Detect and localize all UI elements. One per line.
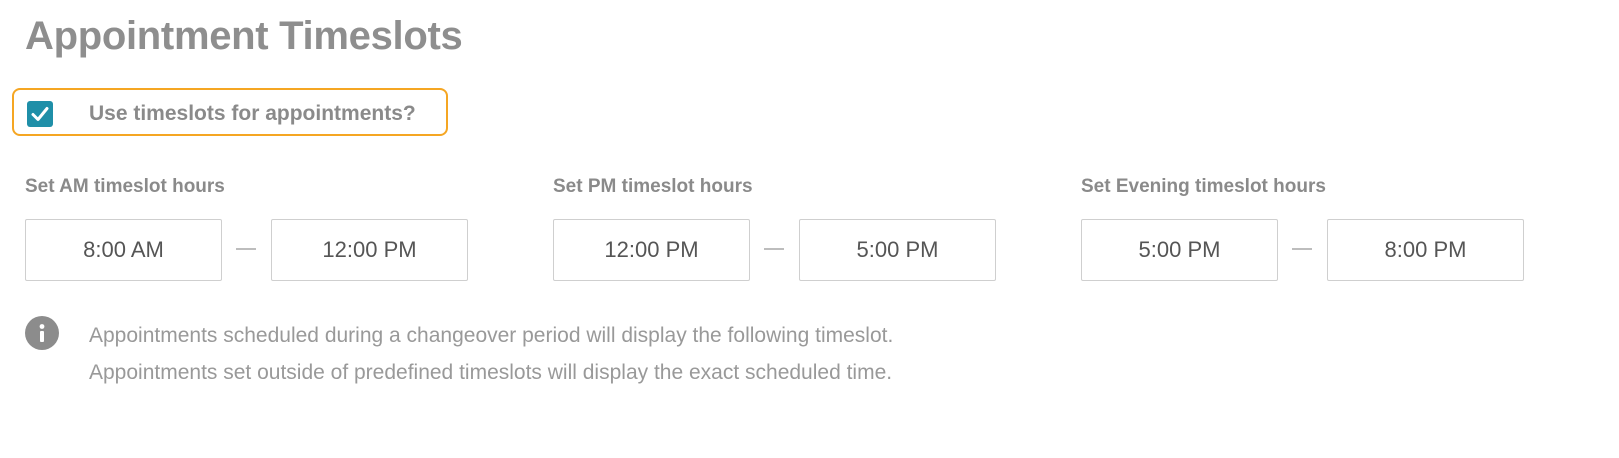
pm-timeslot-label: Set PM timeslot hours bbox=[553, 176, 753, 197]
am-end-time-input[interactable]: 12:00 PM bbox=[271, 219, 468, 281]
evening-timeslot-label: Set Evening timeslot hours bbox=[1081, 176, 1326, 197]
use-timeslots-row[interactable]: Use timeslots for appointments? bbox=[12, 88, 448, 136]
info-text: Appointments scheduled during a changeov… bbox=[89, 317, 893, 391]
am-timeslot-group: Set AM timeslot hours 8:00 AM 12:00 PM bbox=[25, 176, 468, 281]
range-dash bbox=[1292, 248, 1312, 250]
info-icon bbox=[25, 316, 59, 350]
use-timeslots-label: Use timeslots for appointments? bbox=[89, 102, 416, 125]
range-dash bbox=[764, 248, 784, 250]
range-dash bbox=[236, 248, 256, 250]
evening-timeslot-range: 5:00 PM 8:00 PM bbox=[1081, 219, 1524, 281]
use-timeslots-checkbox[interactable] bbox=[27, 101, 53, 127]
am-timeslot-label: Set AM timeslot hours bbox=[25, 176, 225, 197]
page-title: Appointment Timeslots bbox=[25, 14, 463, 58]
pm-timeslot-range: 12:00 PM 5:00 PM bbox=[553, 219, 996, 281]
evening-end-time-input[interactable]: 8:00 PM bbox=[1327, 219, 1524, 281]
evening-start-time-input[interactable]: 5:00 PM bbox=[1081, 219, 1278, 281]
info-line-1: Appointments scheduled during a changeov… bbox=[89, 324, 894, 347]
evening-timeslot-group: Set Evening timeslot hours 5:00 PM 8:00 … bbox=[1081, 176, 1524, 281]
pm-timeslot-group: Set PM timeslot hours 12:00 PM 5:00 PM bbox=[553, 176, 996, 281]
pm-end-time-input[interactable]: 5:00 PM bbox=[799, 219, 996, 281]
am-start-time-input[interactable]: 8:00 AM bbox=[25, 219, 222, 281]
checkmark-icon bbox=[31, 107, 49, 121]
pm-start-time-input[interactable]: 12:00 PM bbox=[553, 219, 750, 281]
info-line-2: Appointments set outside of predefined t… bbox=[89, 361, 893, 384]
am-timeslot-range: 8:00 AM 12:00 PM bbox=[25, 219, 468, 281]
